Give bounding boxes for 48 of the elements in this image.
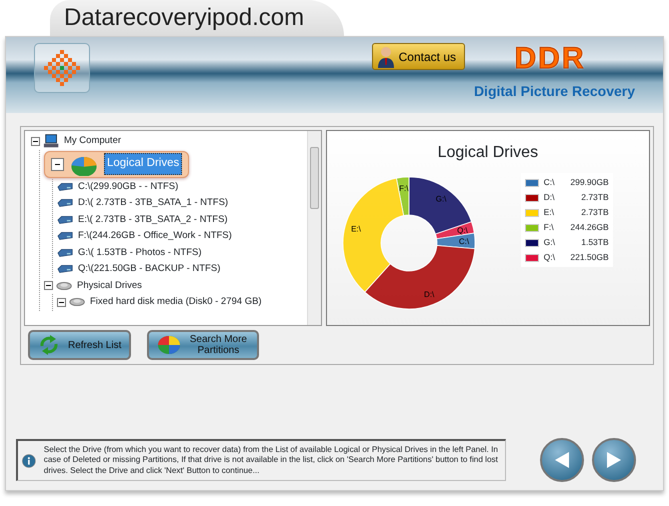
legend-value: 2.73TB <box>580 206 609 219</box>
slice-label: E:\ <box>350 224 361 234</box>
chart-title: Logical Drives <box>436 143 540 163</box>
scrollbar[interactable] <box>306 131 321 325</box>
legend-value: 2.73TB <box>580 191 609 204</box>
slice-label: F:\ <box>398 184 408 194</box>
brand-logo-text: DDR <box>514 43 586 75</box>
computer-icon <box>43 133 61 150</box>
tree-item[interactable]: D:\( 2.73TB - 3TB_SATA_1 - NTFS) <box>78 196 228 210</box>
legend-label: E:\ <box>544 206 556 219</box>
tree-item[interactable]: C:\(299.90GB - - NTFS) <box>78 180 178 194</box>
legend-label: G:\ <box>544 236 556 249</box>
tree-item[interactable]: G:\( 1.53TB - Photos - NTFS) <box>78 246 202 260</box>
tree-item[interactable]: Physical Drives <box>77 278 142 293</box>
collapse-toggle[interactable] <box>57 298 66 307</box>
contact-button[interactable]: Contact us <box>372 43 465 70</box>
slice-label: C:\ <box>458 237 469 246</box>
refresh-button[interactable]: Refresh List <box>28 330 132 360</box>
legend-value: 1.53TB <box>580 236 609 249</box>
slice-label: G:\ <box>435 194 446 204</box>
legend-label: F:\ <box>544 221 555 234</box>
tree-item[interactable]: Q:\(221.50GB - BACKUP - NTFS) <box>78 262 220 276</box>
next-button[interactable] <box>592 438 636 482</box>
tree-item[interactable]: Fixed hard disk media (Disk0 - 2794 GB) <box>90 295 262 310</box>
back-button[interactable] <box>540 438 584 482</box>
right-arrow-icon <box>605 450 623 470</box>
search-partitions-button[interactable]: Search More Partitions <box>147 330 260 360</box>
slice-label: Q:\ <box>456 226 468 235</box>
tree-item[interactable]: E:\( 2.73TB - 3TB_SATA_2 - NTFS) <box>78 212 228 227</box>
legend-label: Q:\ <box>544 251 556 264</box>
site-title: Datarecoveryipod.com <box>50 0 344 36</box>
product-name: Digital Picture Recovery <box>474 82 635 101</box>
person-icon <box>376 46 395 68</box>
left-arrow-icon <box>553 450 571 470</box>
legend-value: 221.50GB <box>569 251 609 264</box>
legend-value: 299.90GB <box>569 176 609 189</box>
legend-value: 244.26GB <box>569 221 609 234</box>
tree-item[interactable]: My Computer <box>64 134 122 148</box>
logo-icon <box>34 43 90 93</box>
instruction-text: Select the Drive (from which you want to recover data) from the List of available Logical or Physical Drives in the left Panel. In case of Deleted or missing Partitions, If that drive is not available in the list, click on 'Search More Partitions' button to find lost drives. Select the Drive and click 'Next' Button to continue... <box>44 444 499 476</box>
collapse-toggle[interactable] <box>51 158 64 170</box>
pie-chart-icon <box>157 334 182 356</box>
legend-label: C:\ <box>544 176 556 189</box>
collapse-toggle[interactable] <box>31 136 40 146</box>
tree-item[interactable]: F:\(244.26GB - Office_Work - NTFS) <box>78 229 232 244</box>
collapse-toggle[interactable] <box>44 281 53 290</box>
legend-label: D:\ <box>544 191 556 204</box>
slice-label: D:\ <box>424 290 434 300</box>
